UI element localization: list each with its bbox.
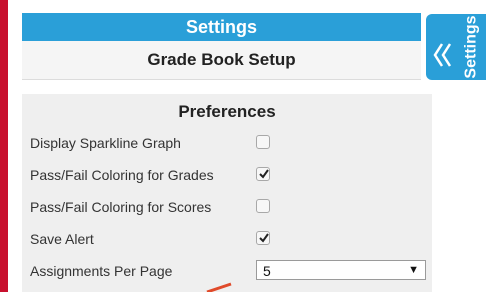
pref-label: Display Sparkline Graph — [30, 135, 181, 151]
pref-label: Pass/Fail Coloring for Grades — [30, 167, 214, 183]
settings-side-tab[interactable]: Settings — [426, 14, 486, 80]
grade-book-setup-header: Grade Book Setup — [22, 41, 421, 80]
left-accent-bar — [0, 0, 8, 292]
preferences-title: Preferences — [178, 102, 276, 121]
side-tab-label: Settings — [463, 15, 480, 79]
sparkline-checkbox[interactable] — [256, 135, 270, 149]
grade-book-setup-title: Grade Book Setup — [147, 50, 296, 69]
assignments-per-page-select[interactable]: 5 ▼ — [256, 260, 426, 280]
settings-title: Settings — [185, 16, 257, 37]
annotation-arrow-icon — [206, 282, 232, 292]
dropdown-caret-icon: ▼ — [408, 264, 419, 276]
pref-row-assignments-per-page: Assignments Per Page 5 ▼ — [30, 260, 430, 282]
scores-coloring-checkbox[interactable] — [256, 199, 270, 213]
select-value: 5 — [263, 263, 271, 279]
grades-coloring-checkbox[interactable] — [256, 167, 270, 181]
pref-label: Assignments Per Page — [30, 263, 173, 279]
preferences-panel: Preferences Display Sparkline Graph Pass… — [22, 94, 432, 292]
checkmark-icon — [259, 169, 269, 179]
settings-header: Settings — [22, 13, 421, 41]
pref-row-sparkline: Display Sparkline Graph — [30, 132, 430, 154]
double-chevron-left-icon — [433, 43, 452, 67]
pref-label: Save Alert — [30, 231, 94, 247]
pref-row-save-alert: Save Alert — [30, 228, 430, 250]
pref-row-grades-coloring: Pass/Fail Coloring for Grades — [30, 164, 430, 186]
save-alert-checkbox[interactable] — [256, 231, 270, 245]
pref-label: Pass/Fail Coloring for Scores — [30, 199, 212, 215]
checkmark-icon — [259, 233, 269, 243]
pref-row-scores-coloring: Pass/Fail Coloring for Scores — [30, 196, 430, 218]
